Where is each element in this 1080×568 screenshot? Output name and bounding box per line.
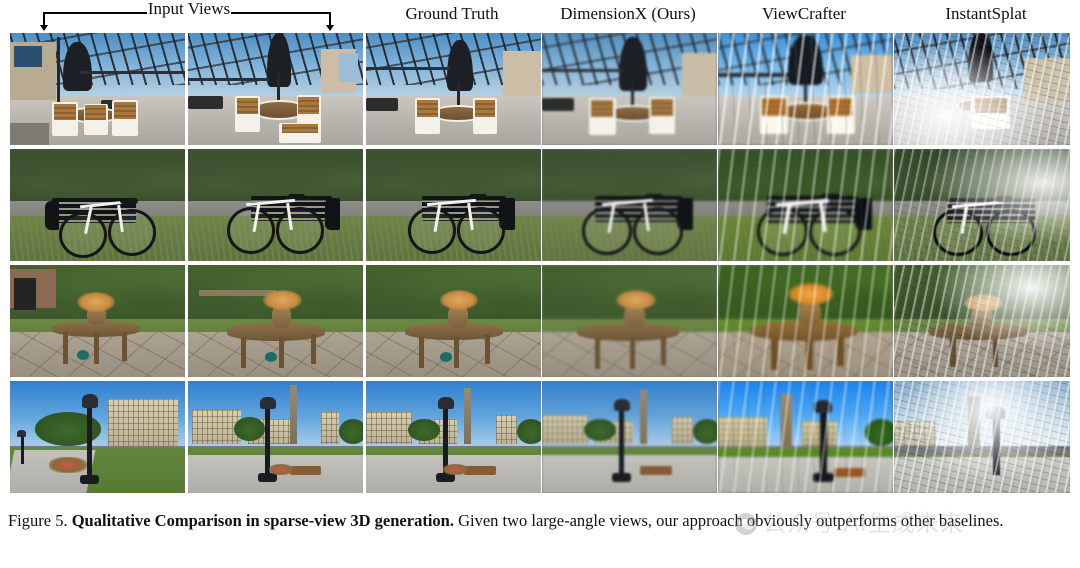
cell-patio-input-view-2: [188, 33, 363, 145]
figure-5: Input Views Ground Truth DimensionX (Our…: [0, 0, 1080, 568]
cell-bicycle-dimensionx: [542, 149, 717, 261]
cell-patio-dimensionx: [542, 33, 717, 145]
cell-patio-viewcrafter: [718, 33, 893, 145]
cell-plaza-viewcrafter: [718, 381, 893, 493]
cell-plaza-input-view-2: [188, 381, 363, 493]
cell-garden-input-view-2: [188, 265, 363, 377]
column-label-ground-truth: Ground Truth: [405, 4, 499, 23]
bracket-stem-left: [43, 12, 45, 26]
cell-patio-ground-truth: [366, 33, 541, 145]
cell-bicycle-instantsplat: [894, 149, 1070, 261]
column-label-viewcrafter: ViewCrafter: [762, 4, 846, 23]
caption-body: Given two large-angle views, our approac…: [458, 511, 1004, 530]
cell-bicycle-viewcrafter: [718, 149, 893, 261]
cell-plaza-input-view-1: [10, 381, 185, 493]
cell-patio-input-view-1: [10, 33, 185, 145]
column-label-dimensionx: DimensionX (Ours): [560, 4, 696, 23]
cell-bicycle-ground-truth: [366, 149, 541, 261]
caption-prefix: Figure 5.: [8, 511, 68, 530]
cell-plaza-dimensionx: [542, 381, 717, 493]
input-views-bracket: Input Views: [40, 0, 334, 31]
cell-plaza-instantsplat: [894, 381, 1070, 493]
cell-patio-instantsplat: [894, 33, 1070, 145]
cell-plaza-ground-truth: [366, 381, 541, 493]
cell-garden-instantsplat: [894, 265, 1070, 377]
cell-garden-ground-truth: [366, 265, 541, 377]
cell-bicycle-input-view-1: [10, 149, 185, 261]
bracket-bar-left: [43, 12, 147, 14]
bracket-stem-right: [329, 12, 331, 26]
cell-garden-viewcrafter: [718, 265, 893, 377]
bracket-bar-right: [231, 12, 331, 14]
figure-caption: Figure 5. Qualitative Comparison in spar…: [8, 508, 1072, 533]
cell-garden-dimensionx: [542, 265, 717, 377]
comparison-grid: [0, 30, 1080, 495]
caption-bold-title: Qualitative Comparison in sparse-view 3D…: [71, 511, 454, 530]
column-label-instantsplat: InstantSplat: [945, 4, 1027, 23]
cell-bicycle-input-view-2: [188, 149, 363, 261]
input-views-label: Input Views: [147, 0, 231, 18]
column-header-row: Input Views Ground Truth DimensionX (Our…: [0, 0, 1080, 31]
cell-garden-input-view-1: [10, 265, 185, 377]
